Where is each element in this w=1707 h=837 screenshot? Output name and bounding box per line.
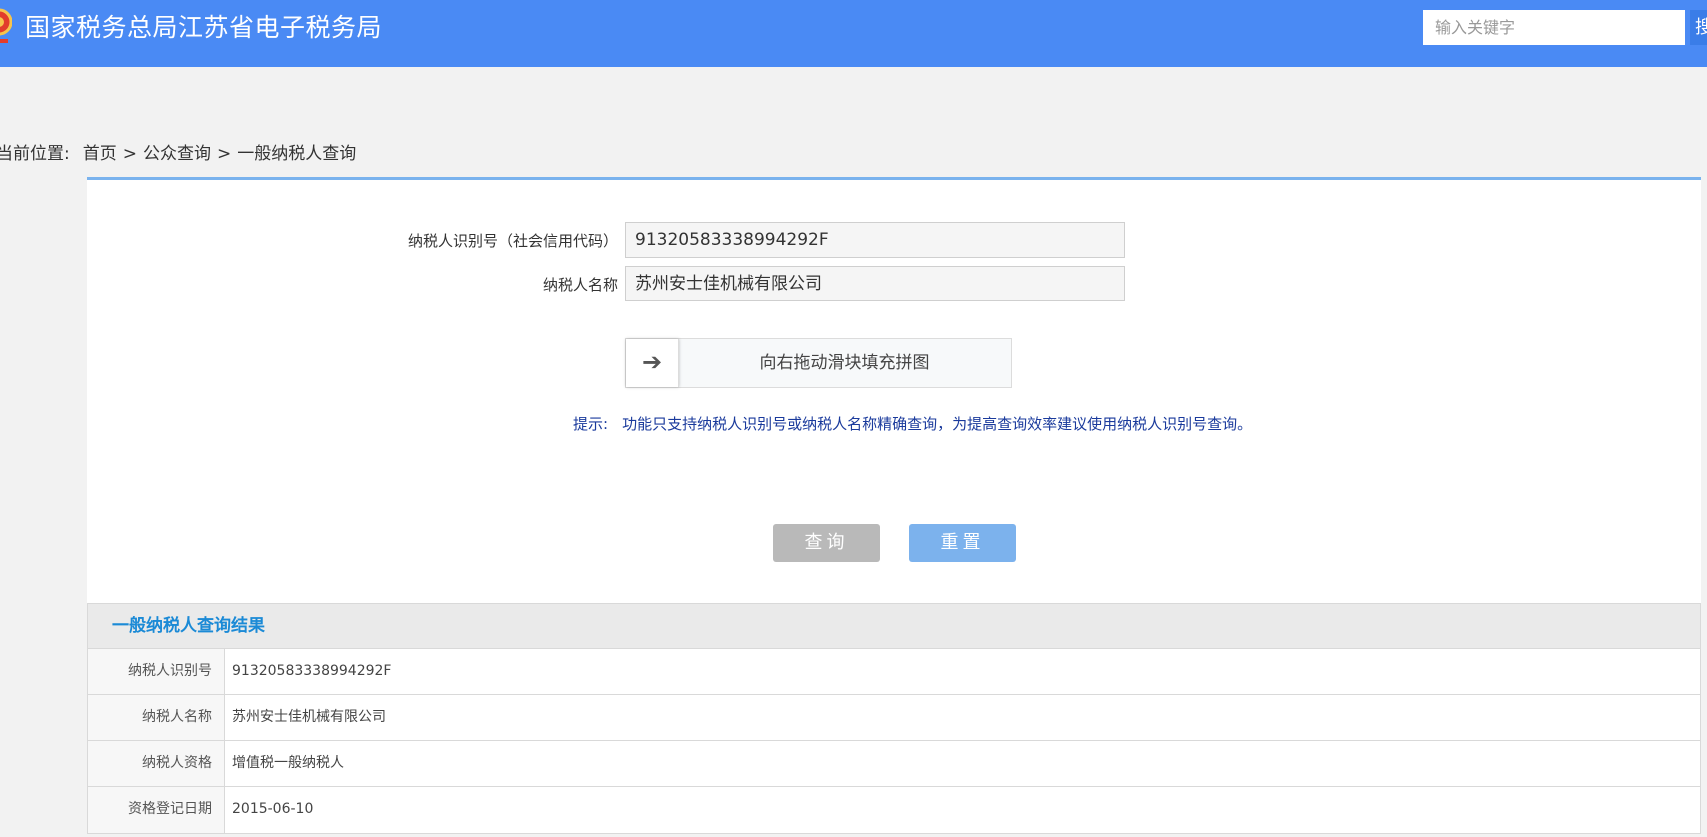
row-value: 2015-06-10 bbox=[232, 801, 314, 817]
hint-label: 提示: bbox=[573, 415, 609, 433]
query-button[interactable]: 查询 bbox=[773, 524, 880, 562]
table-row: 纳税人名称 苏州安士佳机械有限公司 bbox=[88, 695, 1700, 741]
results-table: 一般纳税人查询结果 纳税人识别号 91320583338994292F 纳税人名… bbox=[87, 603, 1701, 834]
slider-captcha[interactable]: ➔ 向右拖动滑块填充拼图 bbox=[625, 338, 1012, 388]
row-label: 纳税人资格 bbox=[88, 741, 225, 786]
taxpayer-id-label: 纳税人识别号（社会信用代码） bbox=[408, 232, 619, 250]
hint-text: 功能只支持纳税人识别号或纳税人名称精确查询，为提高查询效率建议使用纳税人识别号查… bbox=[622, 415, 1253, 433]
site-title: 国家税务总局江苏省电子税务局 bbox=[25, 13, 383, 42]
top-header-bar: 国家税务总局江苏省电子税务局 搜 bbox=[0, 0, 1707, 67]
breadcrumb-separator: > bbox=[122, 144, 137, 164]
taxpayer-name-label: 纳税人名称 bbox=[543, 276, 619, 294]
results-title: 一般纳税人查询结果 bbox=[88, 604, 1700, 649]
table-row: 纳税人识别号 91320583338994292F bbox=[88, 649, 1700, 695]
taxpayer-id-input[interactable]: 91320583338994292F bbox=[625, 222, 1125, 258]
arrow-right-icon[interactable]: ➔ bbox=[626, 339, 679, 387]
table-row: 资格登记日期 2015-06-10 bbox=[88, 787, 1700, 833]
row-value: 91320583338994292F bbox=[232, 663, 392, 679]
row-value: 增值税一般纳税人 bbox=[232, 755, 344, 771]
table-row: 纳税人资格 增值税一般纳税人 bbox=[88, 741, 1700, 787]
breadcrumb-home-link[interactable]: 首页 bbox=[83, 144, 117, 164]
breadcrumb-prefix: 当前位置: bbox=[0, 144, 70, 164]
search-button[interactable]: 搜 bbox=[1690, 10, 1707, 45]
slider-captcha-text: 向右拖动滑块填充拼图 bbox=[759, 353, 930, 373]
row-label: 纳税人识别号 bbox=[88, 649, 225, 694]
breadcrumb-separator: > bbox=[216, 144, 232, 164]
breadcrumb: 当前位置: 首页 > 公众查询 > 一般纳税人查询 bbox=[0, 139, 356, 164]
breadcrumb-public-query-link[interactable]: 公众查询 bbox=[143, 144, 211, 164]
keyword-search-input[interactable] bbox=[1423, 10, 1685, 45]
taxpayer-name-input[interactable]: 苏州安士佳机械有限公司 bbox=[625, 266, 1125, 301]
reset-button[interactable]: 重置 bbox=[909, 524, 1016, 562]
row-label: 资格登记日期 bbox=[88, 787, 225, 833]
tax-bureau-logo-icon bbox=[0, 6, 13, 50]
row-value: 苏州安士佳机械有限公司 bbox=[232, 709, 386, 725]
row-label: 纳税人名称 bbox=[88, 695, 225, 740]
query-hint: 提示: 功能只支持纳税人识别号或纳税人名称精确查询，为提高查询效率建议使用纳税人识… bbox=[573, 413, 1252, 434]
breadcrumb-current-page: 一般纳税人查询 bbox=[237, 144, 357, 164]
